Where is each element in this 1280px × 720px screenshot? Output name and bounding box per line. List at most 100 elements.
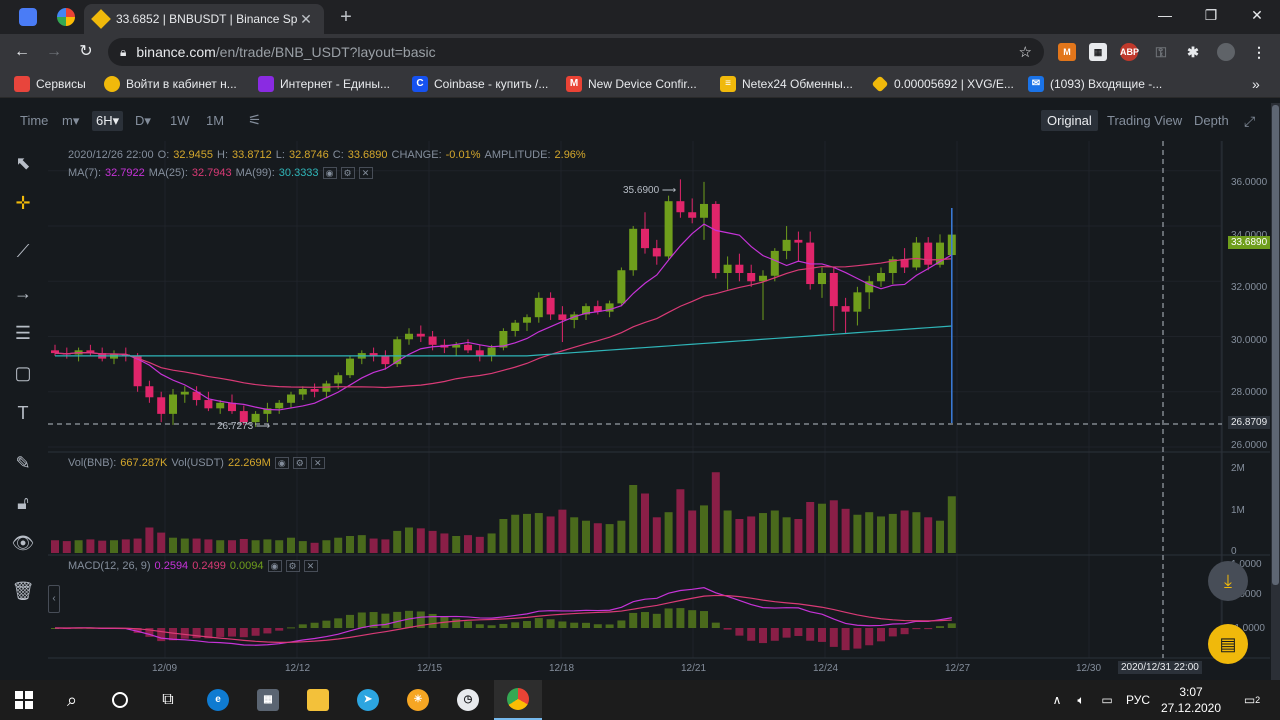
arrow-icon[interactable]: → bbox=[11, 281, 35, 305]
cursor-icon[interactable]: ⬉ bbox=[11, 151, 35, 175]
close-icon[interactable]: ✕ bbox=[303, 560, 318, 572]
page-scrollbar[interactable] bbox=[1271, 103, 1280, 680]
network-icon[interactable]: ▭ bbox=[1096, 680, 1118, 720]
drawing-toolbar: ⬉ ✛ ⟋ → ☰ ▢ T ✎ 🔓︎ 👁︎ 🗑︎ bbox=[0, 141, 46, 680]
candle-body bbox=[711, 203, 720, 273]
macd-histogram-bar bbox=[629, 612, 638, 628]
macd-histogram-bar bbox=[900, 628, 909, 635]
address-bar[interactable]: 🔒︎ binance.com /en/trade/BNB_USDT?layout… bbox=[108, 38, 1044, 66]
lock-icon[interactable]: 🔓︎ bbox=[11, 491, 35, 515]
volume-bar bbox=[145, 527, 154, 553]
task-view-icon[interactable]: ⧉ bbox=[144, 680, 192, 720]
eye-icon[interactable]: 👁︎ bbox=[11, 531, 35, 555]
star-icon[interactable]: ☆ bbox=[1019, 43, 1032, 61]
volume-bar bbox=[369, 538, 378, 553]
bookmark-item[interactable]: Интернет - Едины... bbox=[258, 75, 390, 93]
minimize-button[interactable]: — bbox=[1142, 0, 1188, 30]
settings-icon[interactable]: ⚙ bbox=[340, 167, 355, 179]
volume-bar bbox=[865, 512, 874, 553]
volume-bar bbox=[275, 540, 284, 553]
profile-avatar[interactable] bbox=[1217, 43, 1235, 61]
volume-bar bbox=[570, 517, 579, 553]
metamask-icon[interactable]: M bbox=[1058, 43, 1076, 61]
legend-change-label: CHANGE: bbox=[391, 149, 442, 161]
telegram-app[interactable]: ➤ bbox=[344, 680, 392, 720]
new-tab-button[interactable]: + bbox=[334, 6, 358, 30]
forward-icon[interactable]: → bbox=[42, 40, 66, 64]
coin-icon bbox=[104, 76, 120, 92]
clock[interactable]: 3:07 27.12.2020 bbox=[1156, 680, 1226, 720]
macd-histogram-bar bbox=[829, 628, 838, 647]
maximize-button[interactable]: ❐ bbox=[1188, 0, 1234, 30]
qr-code-icon[interactable]: ▦ bbox=[1089, 43, 1107, 61]
tab-close-icon[interactable]: ✕ bbox=[298, 11, 314, 28]
macd-histogram-bar bbox=[393, 611, 402, 628]
bookmark-item[interactable]: ✉ (1093) Входящие -... bbox=[1028, 75, 1162, 93]
volume-icon[interactable]: 🔈︎ bbox=[1070, 680, 1092, 720]
menu-icon[interactable]: ⋮ bbox=[1250, 43, 1268, 61]
eye-icon[interactable]: ◉ bbox=[267, 560, 282, 572]
notifications-icon[interactable]: ▭ 2 bbox=[1232, 680, 1272, 720]
fib-lines-icon[interactable]: ☰ bbox=[11, 321, 35, 345]
weather-app[interactable]: ☀ bbox=[394, 680, 442, 720]
window-close-button[interactable]: ✕ bbox=[1234, 0, 1280, 30]
clock-app[interactable]: ◷ bbox=[444, 680, 492, 720]
chrome-app[interactable] bbox=[494, 680, 542, 720]
download-icon[interactable]: ⤓ bbox=[1208, 561, 1248, 601]
bookmarks-more-button[interactable]: » bbox=[1252, 75, 1260, 93]
bookmark-item[interactable]: M New Device Confir... bbox=[566, 75, 697, 93]
explorer-app[interactable] bbox=[294, 680, 342, 720]
bookmark-item[interactable]: C Coinbase - купить /... bbox=[412, 75, 548, 93]
eye-icon[interactable]: ◉ bbox=[274, 457, 289, 469]
crosshair-price-tag: 26.8709 bbox=[1228, 416, 1271, 429]
tab-binance[interactable]: 33.6852 | BNBUSDT | Binance Spot ✕ bbox=[84, 4, 324, 34]
language-indicator[interactable]: РУС bbox=[1120, 680, 1156, 720]
macd-histogram-bar bbox=[770, 628, 779, 641]
legend-open: 32.9455 bbox=[173, 149, 214, 161]
rectangle-icon[interactable]: ▢ bbox=[11, 361, 35, 385]
volume-bar bbox=[593, 523, 602, 553]
volume-bar bbox=[912, 512, 921, 553]
bookmark-item[interactable]: 0.00005692 | XVG/E... bbox=[871, 75, 1014, 93]
volume-bar bbox=[723, 510, 732, 553]
legend-o-label: O: bbox=[157, 149, 170, 161]
macd-histogram-bar bbox=[735, 628, 744, 636]
calculator-app[interactable]: ▦ bbox=[244, 680, 292, 720]
clock-time: 3:07 bbox=[1179, 685, 1203, 699]
price-axis-label: 28.0000 bbox=[1231, 387, 1268, 398]
adblock-icon[interactable]: ABP bbox=[1120, 43, 1139, 61]
candle-body bbox=[523, 317, 531, 323]
volume-bar bbox=[334, 537, 343, 553]
close-icon[interactable]: ✕ bbox=[358, 167, 373, 179]
pinned-tab-google[interactable] bbox=[46, 0, 86, 34]
settings-icon[interactable]: ⚙ bbox=[292, 457, 307, 469]
trendline-icon[interactable]: ⟋ bbox=[11, 239, 35, 263]
reload-icon[interactable]: ↻ bbox=[74, 40, 98, 64]
search-icon[interactable]: ⌕ bbox=[48, 680, 96, 720]
trash-icon[interactable]: 🗑︎ bbox=[11, 579, 35, 603]
cortana-icon[interactable] bbox=[96, 680, 144, 720]
key-icon[interactable]: ⚿ bbox=[1152, 43, 1170, 61]
bookmark-item[interactable]: Войти в кабинет н... bbox=[104, 75, 237, 93]
eye-icon[interactable]: ◉ bbox=[322, 167, 337, 179]
bookmark-item[interactable]: Сервисы bbox=[14, 75, 86, 93]
crosshair-icon[interactable]: ✛ bbox=[11, 191, 35, 215]
settings-icon[interactable]: ⚙ bbox=[285, 560, 300, 572]
pinned-tab-app[interactable] bbox=[8, 0, 48, 34]
chat-icon[interactable]: ▤ bbox=[1208, 624, 1248, 664]
scroll-thumb[interactable] bbox=[1272, 105, 1279, 585]
text-icon[interactable]: T bbox=[11, 401, 35, 425]
start-button[interactable] bbox=[0, 680, 48, 720]
tray-chevron-icon[interactable]: ∧ bbox=[1046, 680, 1068, 720]
bookmark-item[interactable]: ≡ Netex24 Обменны... bbox=[720, 75, 853, 93]
collapse-panel-button[interactable]: ‹ bbox=[48, 585, 60, 613]
candle-body bbox=[157, 397, 166, 414]
back-icon[interactable]: ← bbox=[10, 40, 34, 64]
candle-body bbox=[169, 394, 177, 414]
volume-bar bbox=[110, 540, 118, 553]
pencil-icon[interactable]: ✎ bbox=[11, 451, 35, 475]
close-icon[interactable]: ✕ bbox=[310, 457, 325, 469]
extensions-icon[interactable]: ✱ bbox=[1184, 43, 1202, 61]
edge-app[interactable]: e bbox=[194, 680, 242, 720]
volume-bar bbox=[346, 536, 354, 553]
